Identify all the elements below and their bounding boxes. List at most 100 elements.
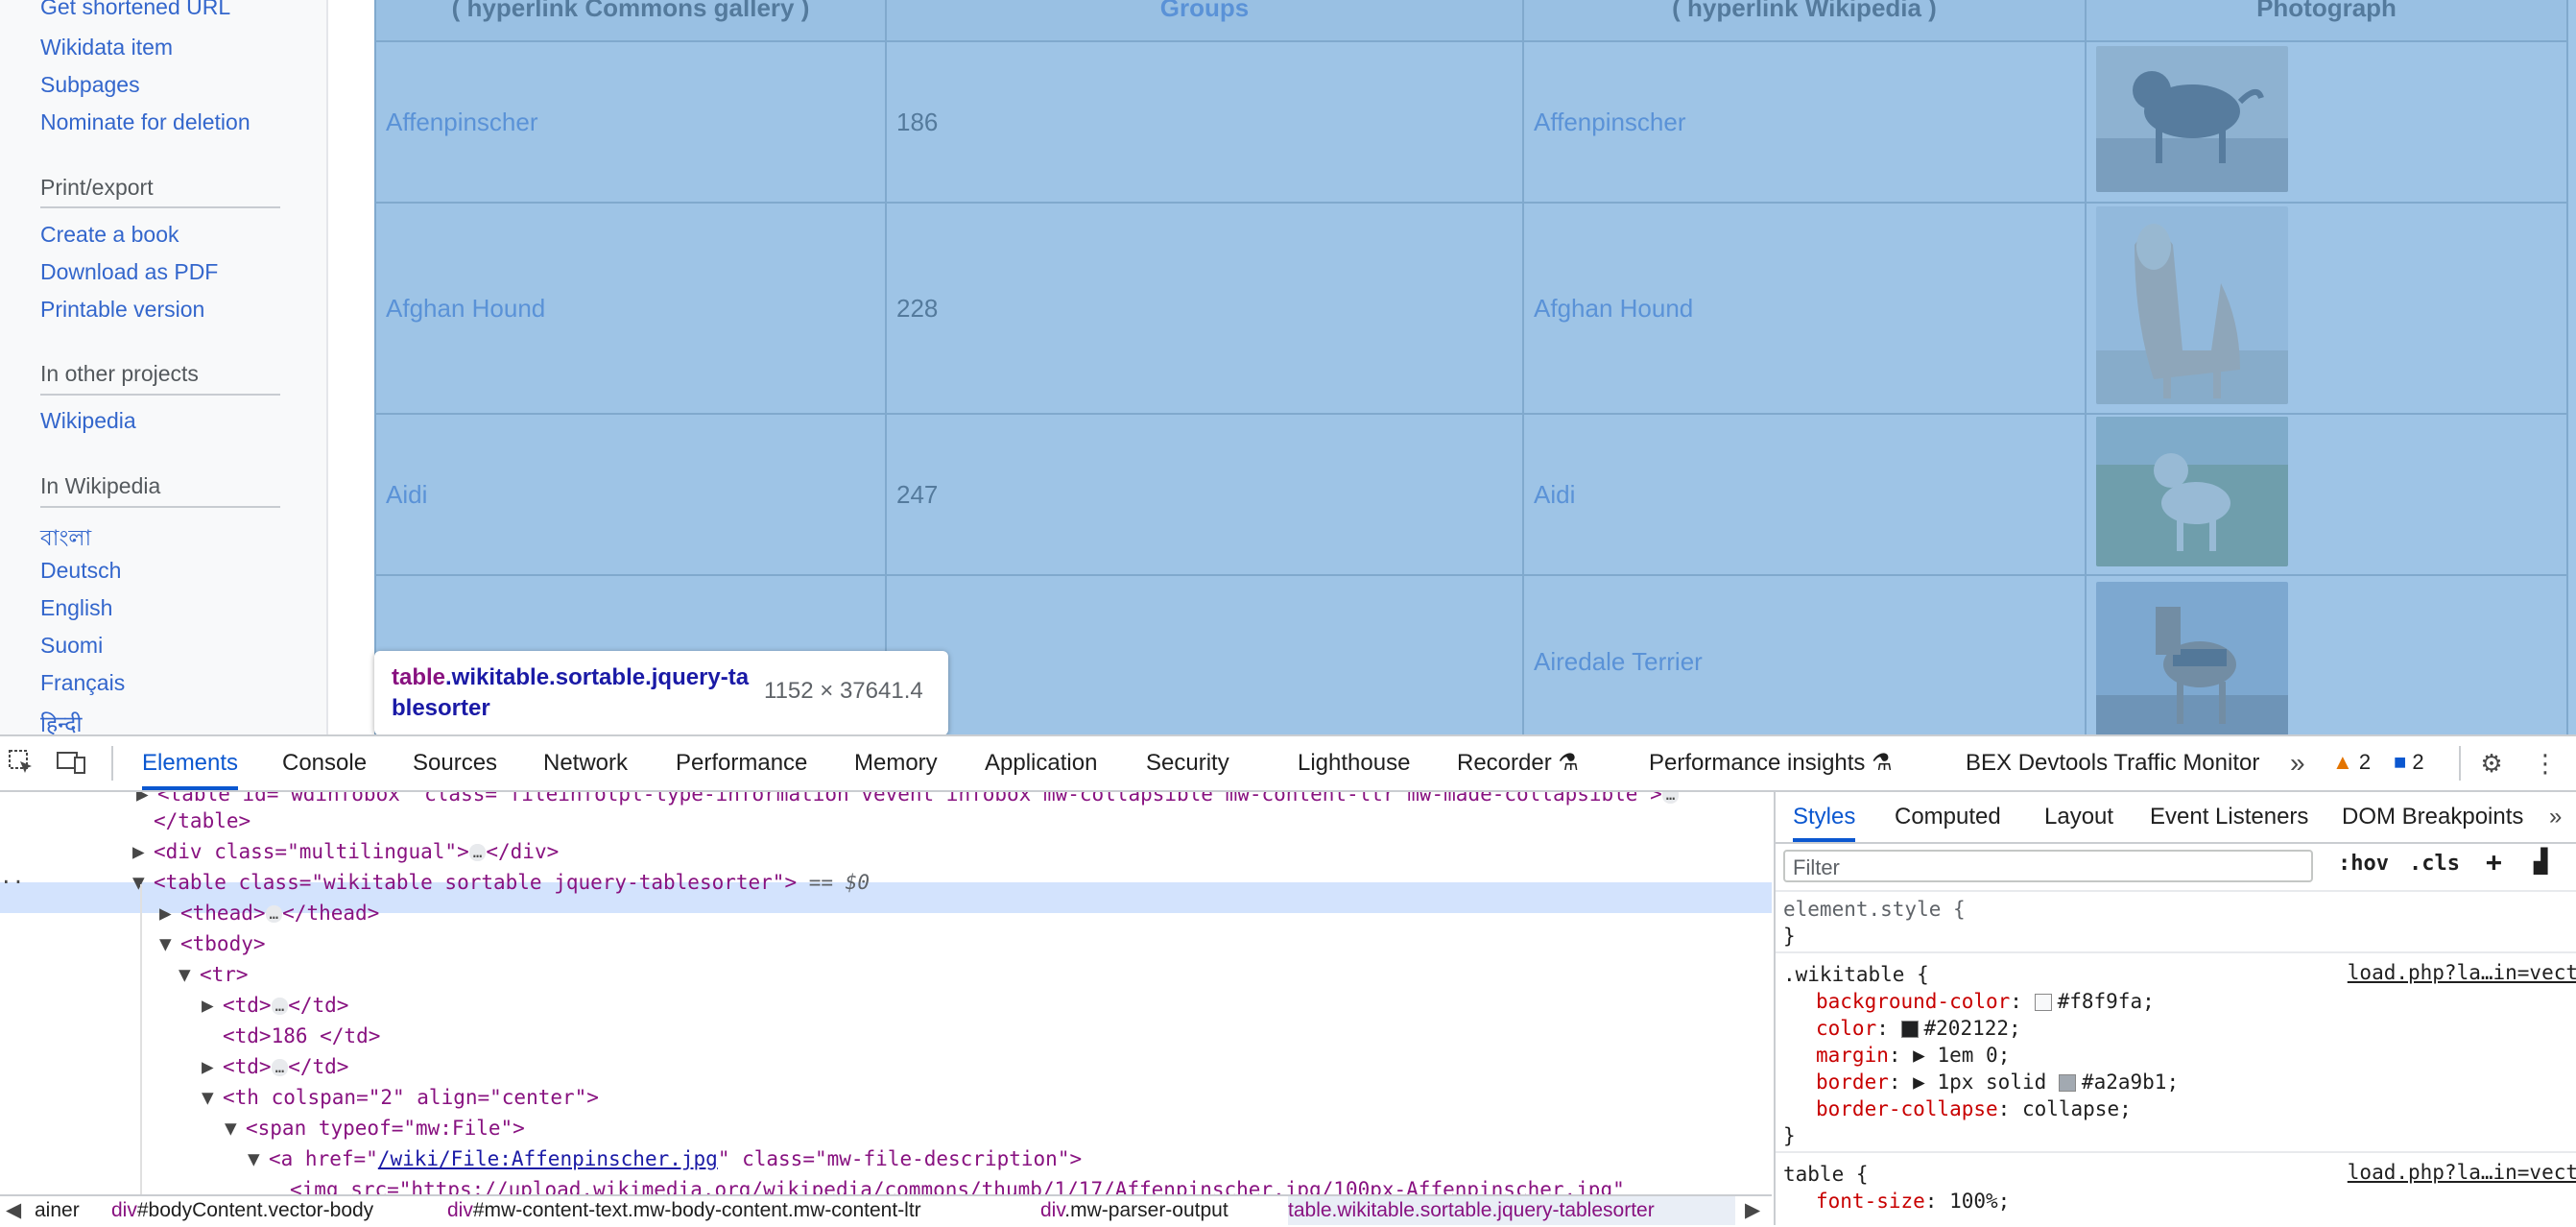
class-toggle[interactable]: .cls (2409, 852, 2460, 876)
tab-event-listeners[interactable]: Event Listeners (2150, 792, 2308, 842)
breed-gallery-link[interactable]: Affenpinscher (374, 40, 887, 204)
breed-gallery-link[interactable]: Afghan Hound (374, 202, 887, 415)
breadcrumb-item[interactable]: div#mw-content-text.mw-body-content.mw-c… (447, 1196, 921, 1225)
dom-node[interactable]: ▶ <div class="multilingual">… </div> (132, 836, 559, 867)
tab-dom-breakpoints[interactable]: DOM Breakpoints (2342, 792, 2523, 842)
sidebar-link-create-a-book[interactable]: Create a book (40, 222, 179, 248)
dom-node[interactable]: ▶ <td>… </td> (202, 990, 348, 1021)
tab-memory[interactable]: Memory (854, 736, 938, 790)
dom-node[interactable]: <img src="https://upload.wikimedia.org/w… (290, 1174, 1625, 1194)
breadcrumb-scroll-left[interactable]: ◀ (6, 1196, 21, 1225)
dom-node[interactable]: ▶ <table id="wdinfobox" class="fileinfotp… (136, 792, 1680, 809)
color-swatch[interactable] (2034, 994, 2052, 1011)
dom-node[interactable]: ▼ <tr> (179, 959, 249, 990)
dom-node-selected-table[interactable]: ▼ <table class="wikitable sortable jquery… (132, 867, 870, 898)
rule-selector-wikitable[interactable]: .wikitable { (1783, 961, 1929, 988)
more-options-icon[interactable]: ⋮ (2530, 748, 2561, 779)
device-toolbar-icon[interactable] (56, 748, 86, 779)
expand-arrow-icon[interactable]: ▶ (1913, 1071, 1925, 1094)
tab-console[interactable]: Console (282, 736, 367, 790)
rule-selector-table[interactable]: table { (1783, 1161, 1869, 1188)
sidebar-link-nominate-for-deletion[interactable]: Nominate for deletion (40, 109, 250, 135)
hover-state-toggle[interactable]: :hov (2338, 852, 2389, 876)
tab-sources[interactable]: Sources (413, 736, 497, 790)
sidebar-link-wikipedia[interactable]: Wikipedia (40, 408, 136, 434)
breed-gallery-link[interactable]: Aidi (374, 413, 887, 576)
dom-node[interactable]: </table> (154, 806, 250, 836)
breadcrumb-scroll-right[interactable]: ▶ (1745, 1196, 1760, 1225)
header-commons-gallery[interactable]: ( hyperlink Commons gallery ) (374, 0, 887, 42)
css-property[interactable]: color: #202122; (1816, 1015, 2021, 1042)
css-property[interactable]: font-size: 100%; (1816, 1188, 2010, 1215)
rule-source-link[interactable]: load.php?la…in=vect (2348, 961, 2576, 984)
breadcrumb-item[interactable]: ainer (35, 1196, 80, 1225)
tab-computed[interactable]: Computed (1895, 792, 2001, 842)
breadcrumb-item[interactable]: div#bodyContent.vector-body (111, 1196, 373, 1225)
warnings-badge[interactable]: ▲ 2 (2332, 750, 2371, 775)
styles-filter-input[interactable]: Filter (1783, 850, 2313, 882)
paint-brush-icon[interactable]: ▟ (2534, 848, 2547, 875)
color-swatch[interactable] (2058, 1074, 2076, 1092)
header-groups[interactable]: Groups (885, 0, 1524, 42)
sidebar-link-subpages[interactable]: Subpages (40, 72, 140, 98)
breed-wikipedia-link[interactable]: Affenpinscher (1522, 40, 2087, 204)
dom-breadcrumbs: ◀ ainer div#bodyContent.vector-body div#… (0, 1194, 1772, 1227)
sidebar-link-wikidata-item[interactable]: Wikidata item (40, 35, 173, 60)
language-link-bengali[interactable]: বাংলা (40, 520, 91, 558)
airedale-terrier-photo[interactable] (2096, 581, 2288, 735)
expand-arrow-icon[interactable]: ▶ (1913, 1044, 1925, 1067)
language-link-suomi[interactable]: Suomi (40, 633, 103, 659)
aidi-photo[interactable] (2096, 416, 2288, 566)
tab-bex-traffic-monitor[interactable]: BEX Devtools Traffic Monitor (1966, 736, 2259, 790)
tab-recorder[interactable]: Recorder ⚗ (1457, 736, 1579, 790)
breed-wikipedia-link[interactable]: Afghan Hound (1522, 202, 2087, 415)
elements-dom-tree: ▶ <table id="wdinfobox" class="fileinfotp… (0, 792, 1772, 1194)
dom-node[interactable]: <td>186 </td> (223, 1021, 380, 1051)
dom-node[interactable]: ▼ <a href="/wiki/File:Affenpinscher.jpg" … (248, 1143, 1082, 1174)
href-link[interactable]: /wiki/File:Affenpinscher.jpg (378, 1147, 718, 1170)
tab-performance-insights[interactable]: Performance insights ⚗ (1649, 736, 1893, 790)
inspect-element-icon[interactable] (6, 748, 36, 779)
css-property[interactable]: margin: ▶ 1em 0; (1816, 1042, 2010, 1069)
settings-gear-icon[interactable]: ⚙ (2476, 748, 2507, 779)
dom-node[interactable]: ▶ <td>… </td> (202, 1051, 348, 1082)
dom-node[interactable]: ▼ <tbody> (159, 928, 266, 959)
tab-styles[interactable]: Styles (1793, 792, 1856, 842)
sidebar-link-get-shortened-url[interactable]: Get shortened URL (40, 0, 230, 20)
more-tabs-button[interactable]: » (2290, 736, 2305, 790)
tab-lighthouse[interactable]: Lighthouse (1298, 736, 1410, 790)
header-photograph[interactable]: Photograph (2085, 0, 2568, 42)
css-property[interactable]: background-color: #f8f9fa; (1816, 988, 2155, 1015)
new-style-rule-icon[interactable]: + (2486, 846, 2502, 878)
breadcrumb-item-active[interactable]: table.wikitable.sortable.jquery-tablesor… (1288, 1196, 1735, 1225)
affenpinscher-photo[interactable] (2096, 45, 2288, 192)
dom-node[interactable]: ▼ <th colspan="2" align="center"> (202, 1082, 599, 1113)
language-link-francais[interactable]: Français (40, 670, 125, 696)
more-panels-button[interactable]: » (2549, 792, 2562, 842)
color-swatch[interactable] (1900, 1021, 1919, 1038)
tab-performance[interactable]: Performance (676, 736, 807, 790)
breed-wikipedia-link[interactable]: Aidi (1522, 413, 2087, 576)
sidebar-link-printable-version[interactable]: Printable version (40, 297, 204, 323)
css-property[interactable]: border: ▶ 1px solid #a2a9b1; (1816, 1069, 2179, 1095)
css-property[interactable]: border-collapse: collapse; (1816, 1095, 2132, 1122)
sidebar-link-download-pdf[interactable]: Download as PDF (40, 259, 218, 285)
tab-layout[interactable]: Layout (2044, 792, 2113, 842)
tab-application[interactable]: Application (985, 736, 1097, 790)
element-style-selector[interactable]: element.style { (1783, 896, 1966, 923)
breed-wikipedia-link[interactable]: Airedale Terrier (1522, 574, 2087, 734)
dom-node[interactable]: ▼ <span typeof="mw:File"> (225, 1113, 525, 1143)
tab-network[interactable]: Network (543, 736, 628, 790)
afghan-hound-photo[interactable] (2096, 205, 2288, 404)
language-link-english[interactable]: English (40, 595, 112, 621)
tab-security[interactable]: Security (1146, 736, 1229, 790)
header-wikipedia[interactable]: ( hyperlink Wikipedia ) (1522, 0, 2087, 42)
dom-node[interactable]: ▶ <thead>… </thead> (159, 898, 379, 928)
rule-source-link[interactable]: load.php?la…in=vect (2348, 1161, 2576, 1184)
tab-elements[interactable]: Elements (142, 736, 239, 790)
language-link-hindi[interactable]: हिन्दी (40, 708, 82, 734)
tooltip-dimensions: 1152 × 37641.4 (764, 678, 923, 704)
language-link-deutsch[interactable]: Deutsch (40, 558, 121, 584)
breadcrumb-item[interactable]: div.mw-parser-output (1040, 1196, 1228, 1225)
messages-badge[interactable]: ■ 2 (2394, 750, 2424, 775)
